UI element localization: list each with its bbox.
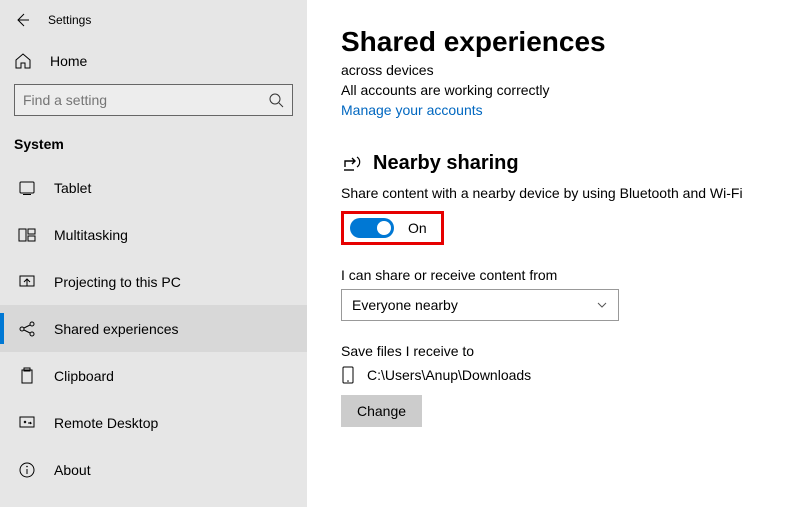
titlebar: Settings xyxy=(0,8,307,42)
nav-label: Clipboard xyxy=(54,368,114,384)
content-pane: Shared experiences across devices All ac… xyxy=(307,0,789,507)
page-title: Shared experiences xyxy=(341,26,789,58)
nav-label: Remote Desktop xyxy=(54,415,158,431)
nav-item-remote-desktop[interactable]: Remote Desktop xyxy=(0,399,307,446)
multitasking-icon xyxy=(18,226,36,244)
nav-label: Tablet xyxy=(54,180,91,196)
nav-item-tablet[interactable]: Tablet xyxy=(0,164,307,211)
home-row[interactable]: Home xyxy=(0,42,307,80)
tablet-icon xyxy=(18,179,36,197)
folder-icon xyxy=(341,365,357,385)
chevron-down-icon xyxy=(596,299,608,311)
nav-list: Tablet Multitasking Projecting to this P… xyxy=(0,164,307,507)
nav-item-multitasking[interactable]: Multitasking xyxy=(0,211,307,258)
nav-label: Multitasking xyxy=(54,227,128,243)
nearby-sharing-heading: Nearby sharing xyxy=(373,152,519,175)
manage-accounts-link[interactable]: Manage your accounts xyxy=(341,102,789,118)
share-from-value: Everyone nearby xyxy=(352,297,458,313)
app-title: Settings xyxy=(48,13,91,27)
search-icon xyxy=(268,92,284,108)
nav-item-projecting[interactable]: Projecting to this PC xyxy=(0,258,307,305)
search-box[interactable] xyxy=(14,84,293,116)
home-icon xyxy=(14,52,32,70)
accounts-status: All accounts are working correctly xyxy=(341,82,789,98)
sidebar: Settings Home System xyxy=(0,0,307,507)
search-input[interactable] xyxy=(23,92,268,108)
about-icon xyxy=(18,461,36,479)
save-path-row: C:\Users\Anup\Downloads xyxy=(341,365,789,385)
nav-item-clipboard[interactable]: Clipboard xyxy=(0,352,307,399)
change-button[interactable]: Change xyxy=(341,395,422,427)
accounts-block: across devices All accounts are working … xyxy=(341,62,789,118)
nav-item-about[interactable]: About xyxy=(0,446,307,493)
back-arrow-icon xyxy=(14,12,30,28)
projecting-icon xyxy=(18,273,36,291)
toggle-knob xyxy=(377,221,391,235)
nav-label: Projecting to this PC xyxy=(54,274,181,290)
toggle-highlight: On xyxy=(341,211,444,245)
toggle-state-label: On xyxy=(408,220,427,236)
home-label: Home xyxy=(50,53,87,69)
accounts-remnant: across devices xyxy=(341,62,789,78)
nav-item-shared-experiences[interactable]: Shared experiences xyxy=(0,305,307,352)
search-wrap xyxy=(0,80,307,130)
nearby-sharing-toggle[interactable] xyxy=(350,218,394,238)
nav-label: About xyxy=(54,462,91,478)
save-path-label: Save files I receive to xyxy=(341,343,789,359)
nav-label: Shared experiences xyxy=(54,321,179,337)
nearby-sharing-icon xyxy=(341,153,363,175)
shared-experiences-icon xyxy=(18,320,36,338)
remote-desktop-icon xyxy=(18,414,36,432)
save-path-value: C:\Users\Anup\Downloads xyxy=(367,367,531,383)
back-button[interactable] xyxy=(14,12,30,28)
share-from-dropdown[interactable]: Everyone nearby xyxy=(341,289,619,321)
section-label: System xyxy=(0,130,307,164)
share-from-label: I can share or receive content from xyxy=(341,267,789,283)
nearby-sharing-desc: Share content with a nearby device by us… xyxy=(341,185,789,201)
nearby-sharing-header: Nearby sharing xyxy=(341,152,789,175)
clipboard-icon xyxy=(18,367,36,385)
